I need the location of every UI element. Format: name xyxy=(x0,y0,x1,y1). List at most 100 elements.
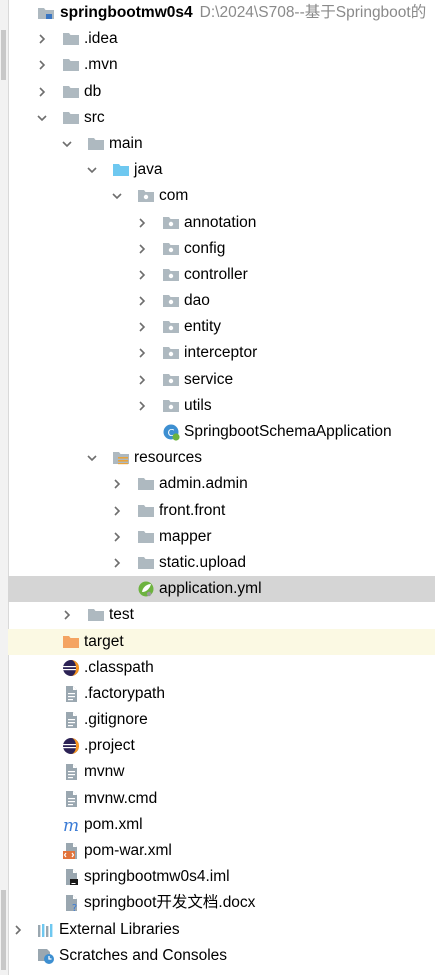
chevron-down-icon[interactable] xyxy=(111,190,123,202)
chevron-right-icon[interactable] xyxy=(136,321,148,333)
tree-label: static.upload xyxy=(159,553,247,571)
eclipse-icon xyxy=(62,659,80,677)
package-icon xyxy=(162,214,180,232)
folder-icon xyxy=(87,135,105,153)
chevron-right-icon[interactable] xyxy=(136,243,148,255)
tree-row-external-libraries[interactable]: External Libraries xyxy=(8,917,435,943)
chevron-down-icon[interactable] xyxy=(61,138,73,150)
folder-icon xyxy=(62,109,80,127)
tree-label: mapper xyxy=(159,527,212,545)
scratches-icon xyxy=(37,947,55,965)
tree-row-entity[interactable]: entity xyxy=(8,314,435,340)
tree-row-project-file[interactable]: .project xyxy=(8,733,435,759)
tree-row-iml[interactable]: springbootmw0s4.iml xyxy=(8,864,435,890)
chevron-right-icon[interactable] xyxy=(36,86,48,98)
tree-label: dao xyxy=(184,292,210,310)
tree-row-target[interactable]: target xyxy=(8,628,435,655)
tree-row-app-class[interactable]: C SpringbootSchemaApplication xyxy=(8,419,435,445)
chevron-right-icon[interactable] xyxy=(36,33,48,45)
tree-row-test[interactable]: test xyxy=(8,602,435,628)
library-icon xyxy=(37,921,55,939)
project-tree[interactable]: springbootmw0s4 D:\2024\S708--基于Springboo… xyxy=(8,0,435,975)
chevron-right-icon[interactable] xyxy=(12,924,24,936)
chevron-right-icon[interactable] xyxy=(111,531,123,543)
chevron-right-icon[interactable] xyxy=(136,400,148,412)
tree-row-mvnw[interactable]: mvnw xyxy=(8,759,435,785)
tree-row-annotation[interactable]: annotation xyxy=(8,210,435,236)
gutter-marker xyxy=(1,30,6,80)
tree-label: application.yml xyxy=(159,580,262,598)
tree-row-admin[interactable]: admin.admin xyxy=(8,471,435,497)
tree-row-factorypath[interactable]: .factorypath xyxy=(8,681,435,707)
tree-row-java[interactable]: java xyxy=(8,157,435,183)
tree-row-pom[interactable]: m pom.xml xyxy=(8,812,435,838)
tree-row-com[interactable]: com xyxy=(8,183,435,209)
tree-row-main[interactable]: main xyxy=(8,131,435,157)
tree-label: springbootmw0s4.iml xyxy=(84,868,230,886)
chevron-right-icon[interactable] xyxy=(136,217,148,229)
tree-label: entity xyxy=(184,318,222,336)
chevron-right-icon[interactable] xyxy=(136,295,148,307)
tree-row-gitignore[interactable]: .gitignore xyxy=(8,707,435,733)
tree-row-pom-war[interactable]: pom-war.xml xyxy=(8,838,435,864)
svg-text:?: ? xyxy=(72,903,77,912)
tree-label: controller xyxy=(184,265,248,283)
tree-row-mvnw-cmd[interactable]: mvnw.cmd xyxy=(8,786,435,812)
chevron-right-icon[interactable] xyxy=(136,347,148,359)
text-file-icon xyxy=(62,790,80,808)
tree-row-config[interactable]: config xyxy=(8,236,435,262)
chevron-right-icon[interactable] xyxy=(111,505,123,517)
tree-row-mapper[interactable]: mapper xyxy=(8,524,435,550)
tree-row-src[interactable]: src xyxy=(8,105,435,131)
chevron-down-icon[interactable] xyxy=(86,164,98,176)
tree-label: springboot开发文档.docx xyxy=(84,894,256,912)
tree-label: front.front xyxy=(159,501,226,519)
package-icon xyxy=(162,266,180,284)
chevron-right-icon[interactable] xyxy=(61,609,73,621)
tree-row-service[interactable]: service xyxy=(8,367,435,393)
folder-icon xyxy=(62,56,80,74)
package-icon xyxy=(162,371,180,389)
tree-label: utils xyxy=(184,396,212,414)
tree-row-project-root[interactable]: springbootmw0s4 D:\2024\S708--基于Springboo… xyxy=(8,0,435,26)
project-name: springbootmw0s4 D:\2024\S708--基于Springboo… xyxy=(60,4,427,21)
text-file-icon xyxy=(62,763,80,781)
chevron-down-icon[interactable] xyxy=(36,112,48,124)
tree-row-classpath[interactable]: .classpath xyxy=(8,655,435,681)
folder-icon xyxy=(137,502,155,520)
tree-row-db[interactable]: db xyxy=(8,79,435,105)
package-icon xyxy=(162,397,180,415)
tree-row-docx[interactable]: ? springboot开发文档.docx xyxy=(8,890,435,916)
tree-label: External Libraries xyxy=(59,920,180,938)
tree-label: target xyxy=(84,632,124,650)
unknown-file-icon: ? xyxy=(62,894,80,912)
tree-label: .gitignore xyxy=(84,711,148,729)
tree-row-resources[interactable]: resources xyxy=(8,445,435,471)
chevron-right-icon[interactable] xyxy=(111,557,123,569)
chevron-right-icon[interactable] xyxy=(136,269,148,281)
tree-row-controller[interactable]: controller xyxy=(8,262,435,288)
folder-icon xyxy=(62,30,80,48)
tree-label: resources xyxy=(134,449,203,467)
chevron-right-icon[interactable] xyxy=(136,374,148,386)
tree-row-mvn[interactable]: .mvn xyxy=(8,52,435,78)
tree-row-front[interactable]: front.front xyxy=(8,498,435,524)
tree-row-static-upload[interactable]: static.upload xyxy=(8,550,435,576)
tree-label: com xyxy=(159,187,189,205)
tree-label: .classpath xyxy=(84,658,154,676)
tree-label: mvnw.cmd xyxy=(84,789,158,807)
tree-row-utils[interactable]: utils xyxy=(8,393,435,419)
tree-label: pom.xml xyxy=(84,815,143,833)
chevron-right-icon[interactable] xyxy=(36,59,48,71)
chevron-down-icon[interactable] xyxy=(86,452,98,464)
tree-label: mvnw xyxy=(84,763,125,781)
tree-row-scratches[interactable]: Scratches and Consoles xyxy=(8,943,435,969)
tree-row-interceptor[interactable]: interceptor xyxy=(8,340,435,366)
tree-row-idea[interactable]: .idea xyxy=(8,26,435,52)
svg-text:m: m xyxy=(63,816,79,834)
package-icon xyxy=(162,344,180,362)
tree-row-application-yml[interactable]: application.yml xyxy=(8,576,435,603)
tree-row-dao[interactable]: dao xyxy=(8,288,435,314)
chevron-right-icon[interactable] xyxy=(111,478,123,490)
spring-config-file-icon xyxy=(137,580,155,598)
